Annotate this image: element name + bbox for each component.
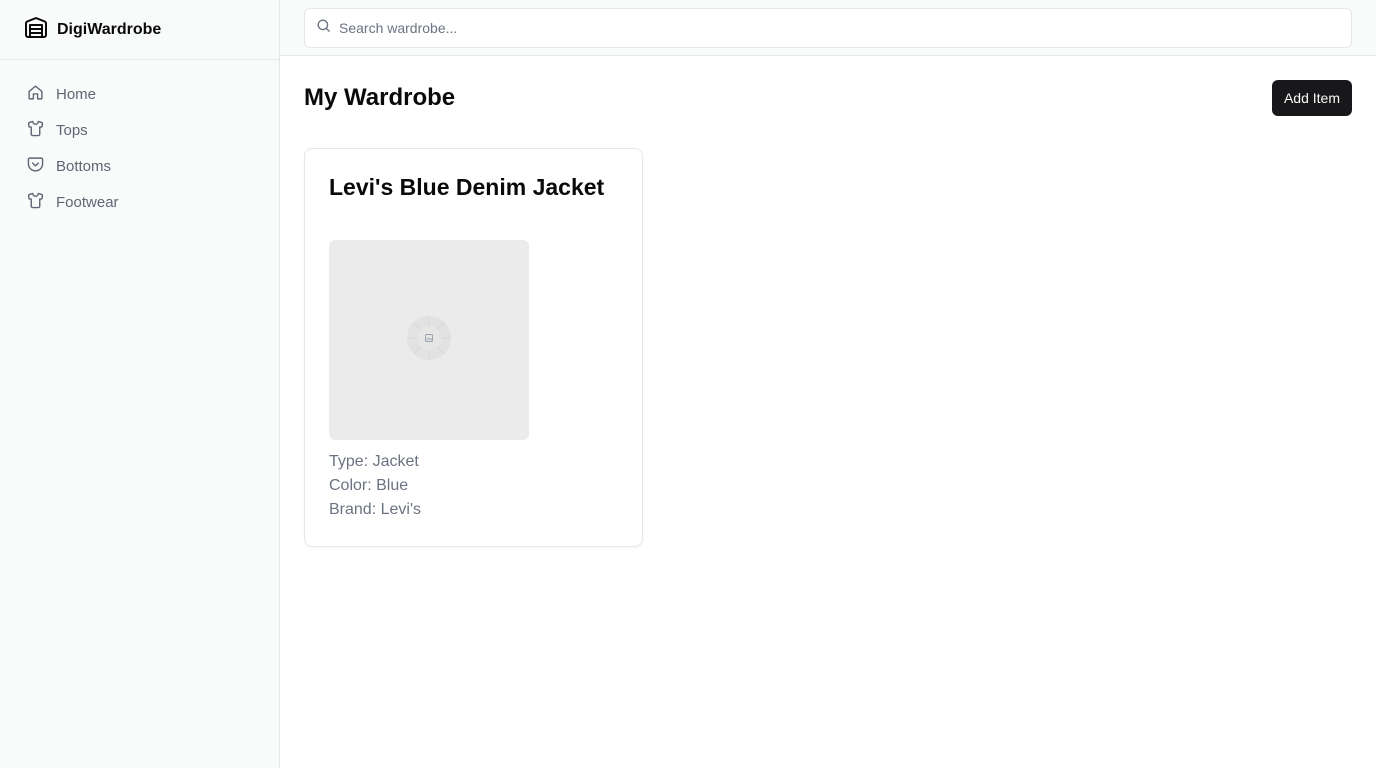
- page-header: My Wardrobe Add Item: [304, 80, 1352, 116]
- page-title: My Wardrobe: [304, 84, 456, 111]
- shirt-icon: [27, 192, 44, 213]
- content: My Wardrobe Add Item Levi's Blue Denim J…: [280, 56, 1376, 547]
- shirt-icon: [27, 120, 44, 141]
- wardrobe-icon: [24, 15, 48, 44]
- item-title: Levi's Blue Denim Jacket: [329, 174, 605, 200]
- add-item-button[interactable]: Add Item: [1271, 80, 1352, 116]
- item-color: Color: Blue: [329, 477, 409, 494]
- sidebar-item-label: Footwear: [56, 193, 119, 211]
- item-details: Type: Jacket Color: Blue Brand: Levi's: [329, 450, 618, 522]
- item-brand: Brand: Levi's: [329, 501, 421, 518]
- sidebar-item-home[interactable]: Home: [16, 78, 263, 110]
- pocket-icon: [27, 156, 44, 177]
- search-icon: [316, 18, 331, 38]
- brand-name: DigiWardrobe: [57, 20, 162, 38]
- brand[interactable]: DigiWardrobe: [0, 0, 279, 60]
- wardrobe-item-card[interactable]: Levi's Blue Denim Jacket Type: Jacket Co…: [304, 148, 643, 547]
- sidebar-item-label: Tops: [56, 121, 88, 139]
- item-type: Type: Jacket: [329, 453, 419, 470]
- sidebar-item-tops[interactable]: Tops: [16, 114, 263, 146]
- sidebar-item-bottoms[interactable]: Bottoms: [16, 150, 263, 182]
- sidebar-item-label: Bottoms: [56, 157, 112, 175]
- search-box[interactable]: [304, 8, 1352, 48]
- sidebar-nav: Home Tops Bottoms Footwear: [0, 60, 279, 218]
- sidebar-item-footwear[interactable]: Footwear: [16, 186, 263, 218]
- home-icon: [27, 84, 44, 105]
- topbar: [280, 0, 1376, 56]
- app-root: DigiWardrobe Home Tops Bottoms Footwear …: [0, 0, 1376, 768]
- sidebar: DigiWardrobe Home Tops Bottoms Footwear: [0, 0, 280, 768]
- item-image: [329, 240, 529, 440]
- search-input[interactable]: [339, 20, 1351, 36]
- main: My Wardrobe Add Item Levi's Blue Denim J…: [280, 0, 1376, 768]
- sidebar-item-label: Home: [56, 85, 97, 103]
- image-placeholder-icon: [406, 315, 452, 366]
